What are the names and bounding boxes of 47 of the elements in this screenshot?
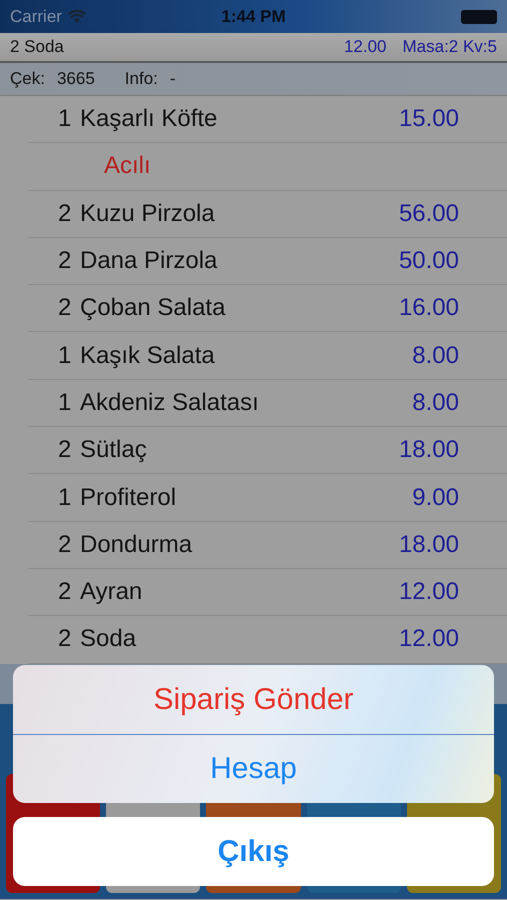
item-name[interactable]: Sütlaç — [80, 436, 399, 464]
item-price: 9.00 — [412, 484, 459, 512]
item-quantity: 2 — [58, 578, 72, 606]
item-name[interactable]: Kaşarlı Köfte — [80, 105, 399, 134]
status-time: 1:44 PM — [221, 6, 286, 26]
item-name[interactable]: Profiterol — [80, 484, 412, 512]
item-price: 8.00 — [412, 388, 459, 417]
check-label: Çek: — [10, 69, 45, 89]
item-quantity: 1 — [58, 388, 72, 417]
item-name[interactable]: Kaşık Salata — [80, 342, 412, 370]
info-value: - — [170, 69, 176, 89]
carrier-label: Carrier — [10, 6, 62, 26]
battery-icon — [461, 10, 497, 24]
item-quantity: 2 — [58, 436, 72, 464]
check-number: 3665 — [56, 69, 95, 89]
item-quantity: 2 — [58, 625, 72, 654]
item-price: 15.00 — [398, 105, 459, 134]
info-label: Info: — [124, 69, 158, 89]
item-name[interactable]: Kuzu Pirzola — [80, 200, 399, 228]
item-price: 12.00 — [398, 625, 459, 654]
item-note: Acılı — [104, 152, 151, 180]
item-quantity: 2 — [58, 247, 72, 276]
item-price: 18.00 — [398, 530, 459, 559]
item-price: 12.00 — [398, 578, 459, 606]
item-price: 50.00 — [398, 247, 459, 276]
item-price: 56.00 — [398, 200, 459, 228]
item-name[interactable]: Dondurma — [80, 530, 399, 559]
action-button[interactable]: Sipariş Gönder — [13, 665, 494, 734]
item-quantity: 2 — [58, 200, 72, 228]
item-quantity: 1 — [58, 105, 72, 134]
last-item-price: 12.00 — [344, 37, 386, 57]
item-quantity: 1 — [58, 342, 72, 370]
wifi-icon — [68, 10, 86, 23]
item-quantity: 2 — [58, 530, 72, 559]
item-quantity: 1 — [58, 484, 72, 512]
item-name[interactable]: Çoban Salata — [80, 294, 399, 322]
cancel-button[interactable]: Çıkış — [13, 817, 494, 886]
item-price: 18.00 — [398, 436, 459, 464]
item-price: 8.00 — [412, 342, 459, 370]
last-item-label: 2 Soda — [10, 37, 64, 57]
item-quantity: 2 — [58, 294, 72, 322]
item-price: 16.00 — [398, 294, 459, 322]
item-name[interactable]: Soda — [80, 625, 399, 654]
item-name[interactable]: Dana Pirzola — [80, 247, 399, 276]
item-name[interactable]: Akdeniz Salatası — [80, 388, 412, 417]
table-info: Masa:2 Kv:5 — [402, 37, 497, 57]
item-name[interactable]: Ayran — [80, 578, 399, 606]
